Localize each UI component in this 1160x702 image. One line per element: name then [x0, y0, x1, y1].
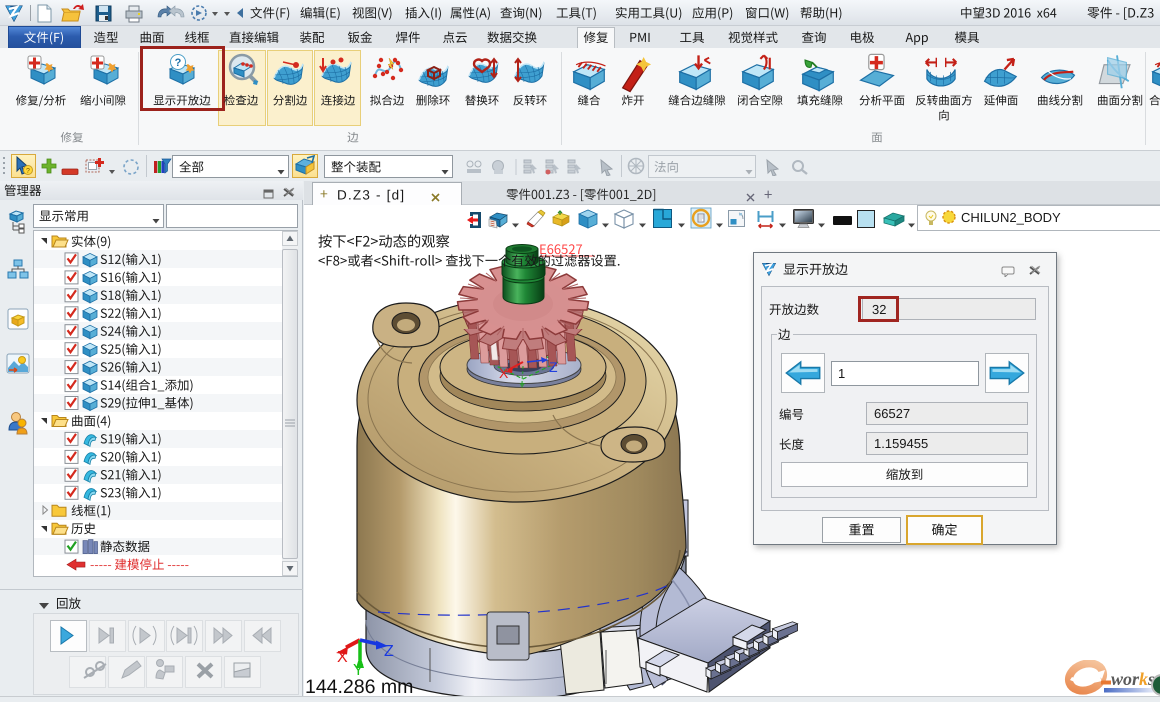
- svg-text:?: ?: [26, 168, 30, 175]
- svg-text:k: k: [1139, 669, 1148, 689]
- svg-text:wor: wor: [1111, 669, 1140, 689]
